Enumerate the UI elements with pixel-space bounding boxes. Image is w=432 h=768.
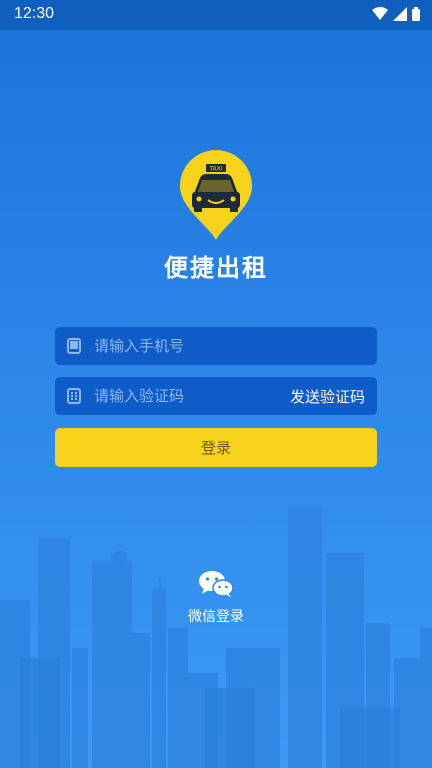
login-screen: 12:30 TAXI 便捷出租 请输入手机号 请输入验证码 发送验证码 登录 微…: [0, 0, 432, 768]
status-icons: [372, 7, 420, 21]
wechat-login-label: 微信登录: [188, 609, 244, 625]
verification-code-field[interactable]: 发送验证码: [55, 377, 377, 415]
phone-icon: [66, 338, 82, 354]
keypad-icon: [66, 388, 82, 404]
login-button[interactable]: 登录: [55, 428, 377, 467]
wechat-login-button[interactable]: 微信登录: [176, 570, 256, 626]
wifi-icon: [372, 7, 388, 20]
taxi-icon: TAXI: [180, 150, 252, 240]
verification-code-input[interactable]: [94, 377, 290, 415]
status-time: 12:30: [14, 5, 55, 22]
taxi-badge-text: TAXI: [208, 166, 222, 173]
signal-icon: [393, 7, 407, 21]
city-skyline-illustration: [0, 508, 432, 768]
send-code-button[interactable]: 发送验证码: [290, 386, 365, 407]
status-bar: 12:30: [0, 0, 432, 30]
phone-field[interactable]: [55, 327, 377, 365]
wechat-icon: [199, 571, 234, 597]
app-title: 便捷出租: [164, 254, 268, 282]
battery-icon: [412, 7, 420, 21]
phone-input[interactable]: [94, 327, 377, 365]
